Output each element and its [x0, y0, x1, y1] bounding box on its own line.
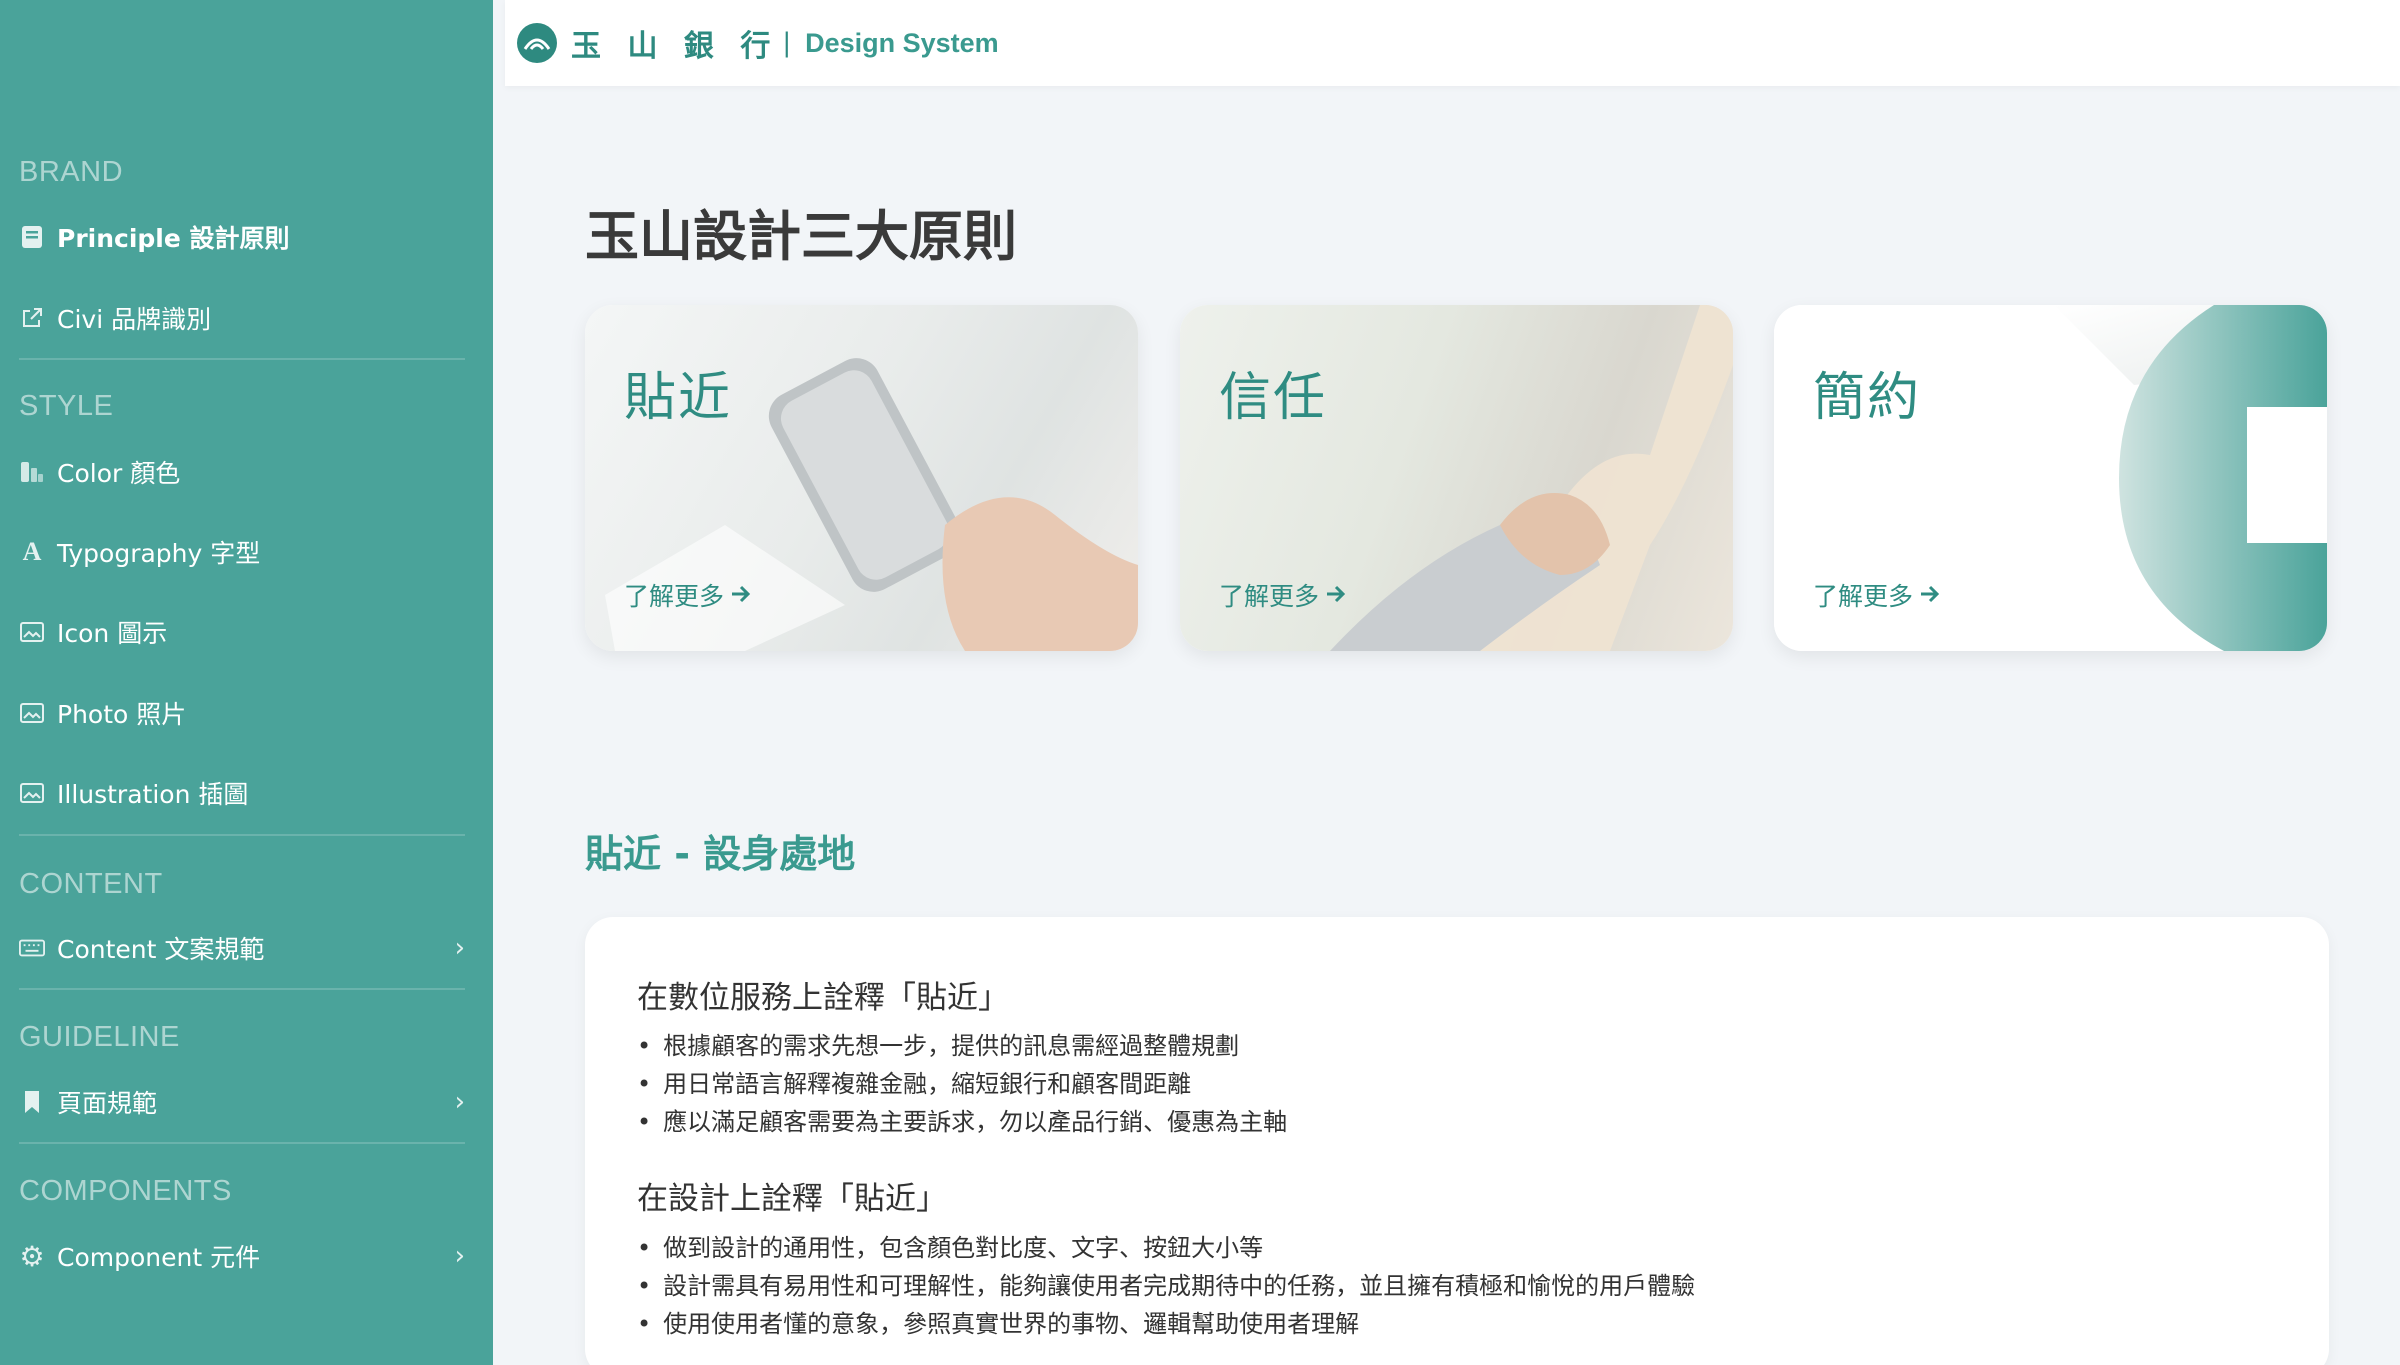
bullet-list: 做到設計的通用性，包含顏色對比度、文字、按鈕大小等 設計需具有易用性和可理解性，… — [637, 1229, 1695, 1343]
sidebar-item-page-guideline[interactable]: 頁面規範 › — [19, 1074, 465, 1130]
sidebar-item-label: Icon 圖示 — [57, 619, 168, 648]
sidebar-heading-style: STYLE — [19, 390, 114, 422]
bullet-list: 根據顧客的需求先想一步，提供的訊息需經過整體規劃 用日常語言解釋複雜金融，縮短銀… — [637, 1027, 1287, 1141]
arrow-right-icon — [730, 581, 752, 610]
learn-more-link[interactable]: 了解更多 — [624, 577, 752, 613]
sidebar-item-label: Typography 字型 — [57, 539, 261, 568]
principle-card-trust[interactable]: 信任 了解更多 — [1180, 305, 1733, 651]
learn-more-link[interactable]: 了解更多 — [1813, 577, 1941, 613]
sidebar-item-label: Component 元件 — [57, 1243, 261, 1272]
learn-more-label: 了解更多 — [1813, 582, 1914, 611]
chevron-right-icon: › — [454, 1087, 465, 1117]
sidebar-item-label: Color 顏色 — [57, 459, 181, 488]
sidebar-item-typography[interactable]: A Typography 字型 — [19, 524, 465, 580]
list-item: 設計需具有易用性和可理解性，能夠讓使用者完成期待中的任務，並且擁有積極和愉悅的用… — [637, 1267, 1695, 1305]
image-icon — [19, 780, 45, 806]
sidebar-item-principle[interactable]: Principle 設計原則 — [19, 209, 465, 265]
sidebar-item-label: Content 文案規範 — [57, 935, 265, 964]
external-link-icon — [19, 305, 45, 331]
principle-detail-card: 在數位服務上詮釋「貼近」 根據顧客的需求先想一步，提供的訊息需經過整體規劃 用日… — [585, 917, 2329, 1365]
sidebar-item-label: Civi 品牌識別 — [57, 305, 212, 334]
sidebar-heading-brand: BRAND — [19, 156, 124, 188]
image-icon — [19, 619, 45, 645]
sidebar-item-color[interactable]: Color 顏色 — [19, 444, 465, 500]
bookmark-icon — [19, 1089, 45, 1115]
brand-name: 玉 山 銀 行 — [571, 29, 779, 64]
sidebar-heading-content: CONTENT — [19, 868, 163, 900]
design-system-label: Design System — [805, 27, 999, 58]
sidebar-item-label: Photo 照片 — [57, 700, 187, 729]
principle-card-close[interactable]: 貼近 了解更多 — [585, 305, 1138, 651]
block-heading: 在設計上詮釋「貼近」 — [637, 1181, 947, 1217]
sidebar-item-component[interactable]: ⚙ Component 元件 › — [19, 1228, 465, 1284]
principle-card-simple[interactable]: 簡約 了解更多 — [1774, 305, 2327, 651]
learn-more-label: 了解更多 — [624, 582, 725, 611]
sidebar-divider — [19, 358, 465, 360]
image-icon — [19, 700, 45, 726]
palette-icon — [19, 459, 45, 485]
keyboard-icon — [19, 935, 45, 961]
list-item: 應以滿足顧客需要為主要訴求，勿以產品行銷、優惠為主軸 — [637, 1103, 1287, 1141]
card-title: 貼近 — [624, 368, 733, 428]
list-item: 用日常語言解釋複雜金融，縮短銀行和顧客間距離 — [637, 1065, 1287, 1103]
sidebar-item-label: Principle 設計原則 — [57, 224, 290, 253]
card-title: 信任 — [1219, 368, 1328, 428]
card-title: 簡約 — [1813, 368, 1922, 428]
learn-more-label: 了解更多 — [1219, 582, 1320, 611]
sidebar-item-photo[interactable]: Photo 照片 — [19, 685, 465, 741]
gear-icon: ⚙ — [19, 1239, 45, 1273]
sidebar-heading-guideline: GUIDELINE — [19, 1021, 180, 1053]
sidebar-item-icon[interactable]: Icon 圖示 — [19, 604, 465, 660]
sidebar-item-content[interactable]: Content 文案規範 › — [19, 920, 465, 976]
list-item: 使用使用者懂的意象，參照真實世界的事物、邏輯幫助使用者理解 — [637, 1305, 1695, 1343]
arrow-right-icon — [1325, 581, 1347, 610]
top-header: 玉 山 銀 行 | Design System — [505, 0, 2400, 86]
sidebar-item-label: 頁面規範 — [57, 1089, 158, 1118]
arrow-right-icon — [1919, 581, 1941, 610]
page-title: 玉山設計三大原則 — [585, 205, 1017, 268]
sidebar-item-civi[interactable]: Civi 品牌識別 — [19, 290, 465, 346]
sidebar-heading-components: COMPONENTS — [19, 1175, 232, 1207]
sidebar-item-label: Illustration 插圖 — [57, 780, 249, 809]
sidebar-divider — [19, 1142, 465, 1144]
sidebar-divider — [19, 834, 465, 836]
sidebar-divider — [19, 988, 465, 990]
sidebar-item-illustration[interactable]: Illustration 插圖 — [19, 765, 465, 821]
block-heading: 在數位服務上詮釋「貼近」 — [637, 980, 1009, 1016]
list-item: 根據顧客的需求先想一步，提供的訊息需經過整體規劃 — [637, 1027, 1287, 1065]
section-title: 貼近 - 設身處地 — [585, 832, 856, 876]
chevron-right-icon: › — [454, 1241, 465, 1271]
sidebar: BRAND Principle 設計原則 Civi 品牌識別 STYLE Col… — [0, 0, 493, 1365]
learn-more-link[interactable]: 了解更多 — [1219, 577, 1347, 613]
font-icon: A — [22, 537, 42, 566]
book-icon — [19, 224, 45, 250]
chevron-right-icon: › — [454, 933, 465, 963]
list-item: 做到設計的通用性，包含顏色對比度、文字、按鈕大小等 — [637, 1229, 1695, 1267]
esun-logo-icon[interactable] — [517, 23, 557, 63]
brand-separator: | — [782, 28, 792, 58]
